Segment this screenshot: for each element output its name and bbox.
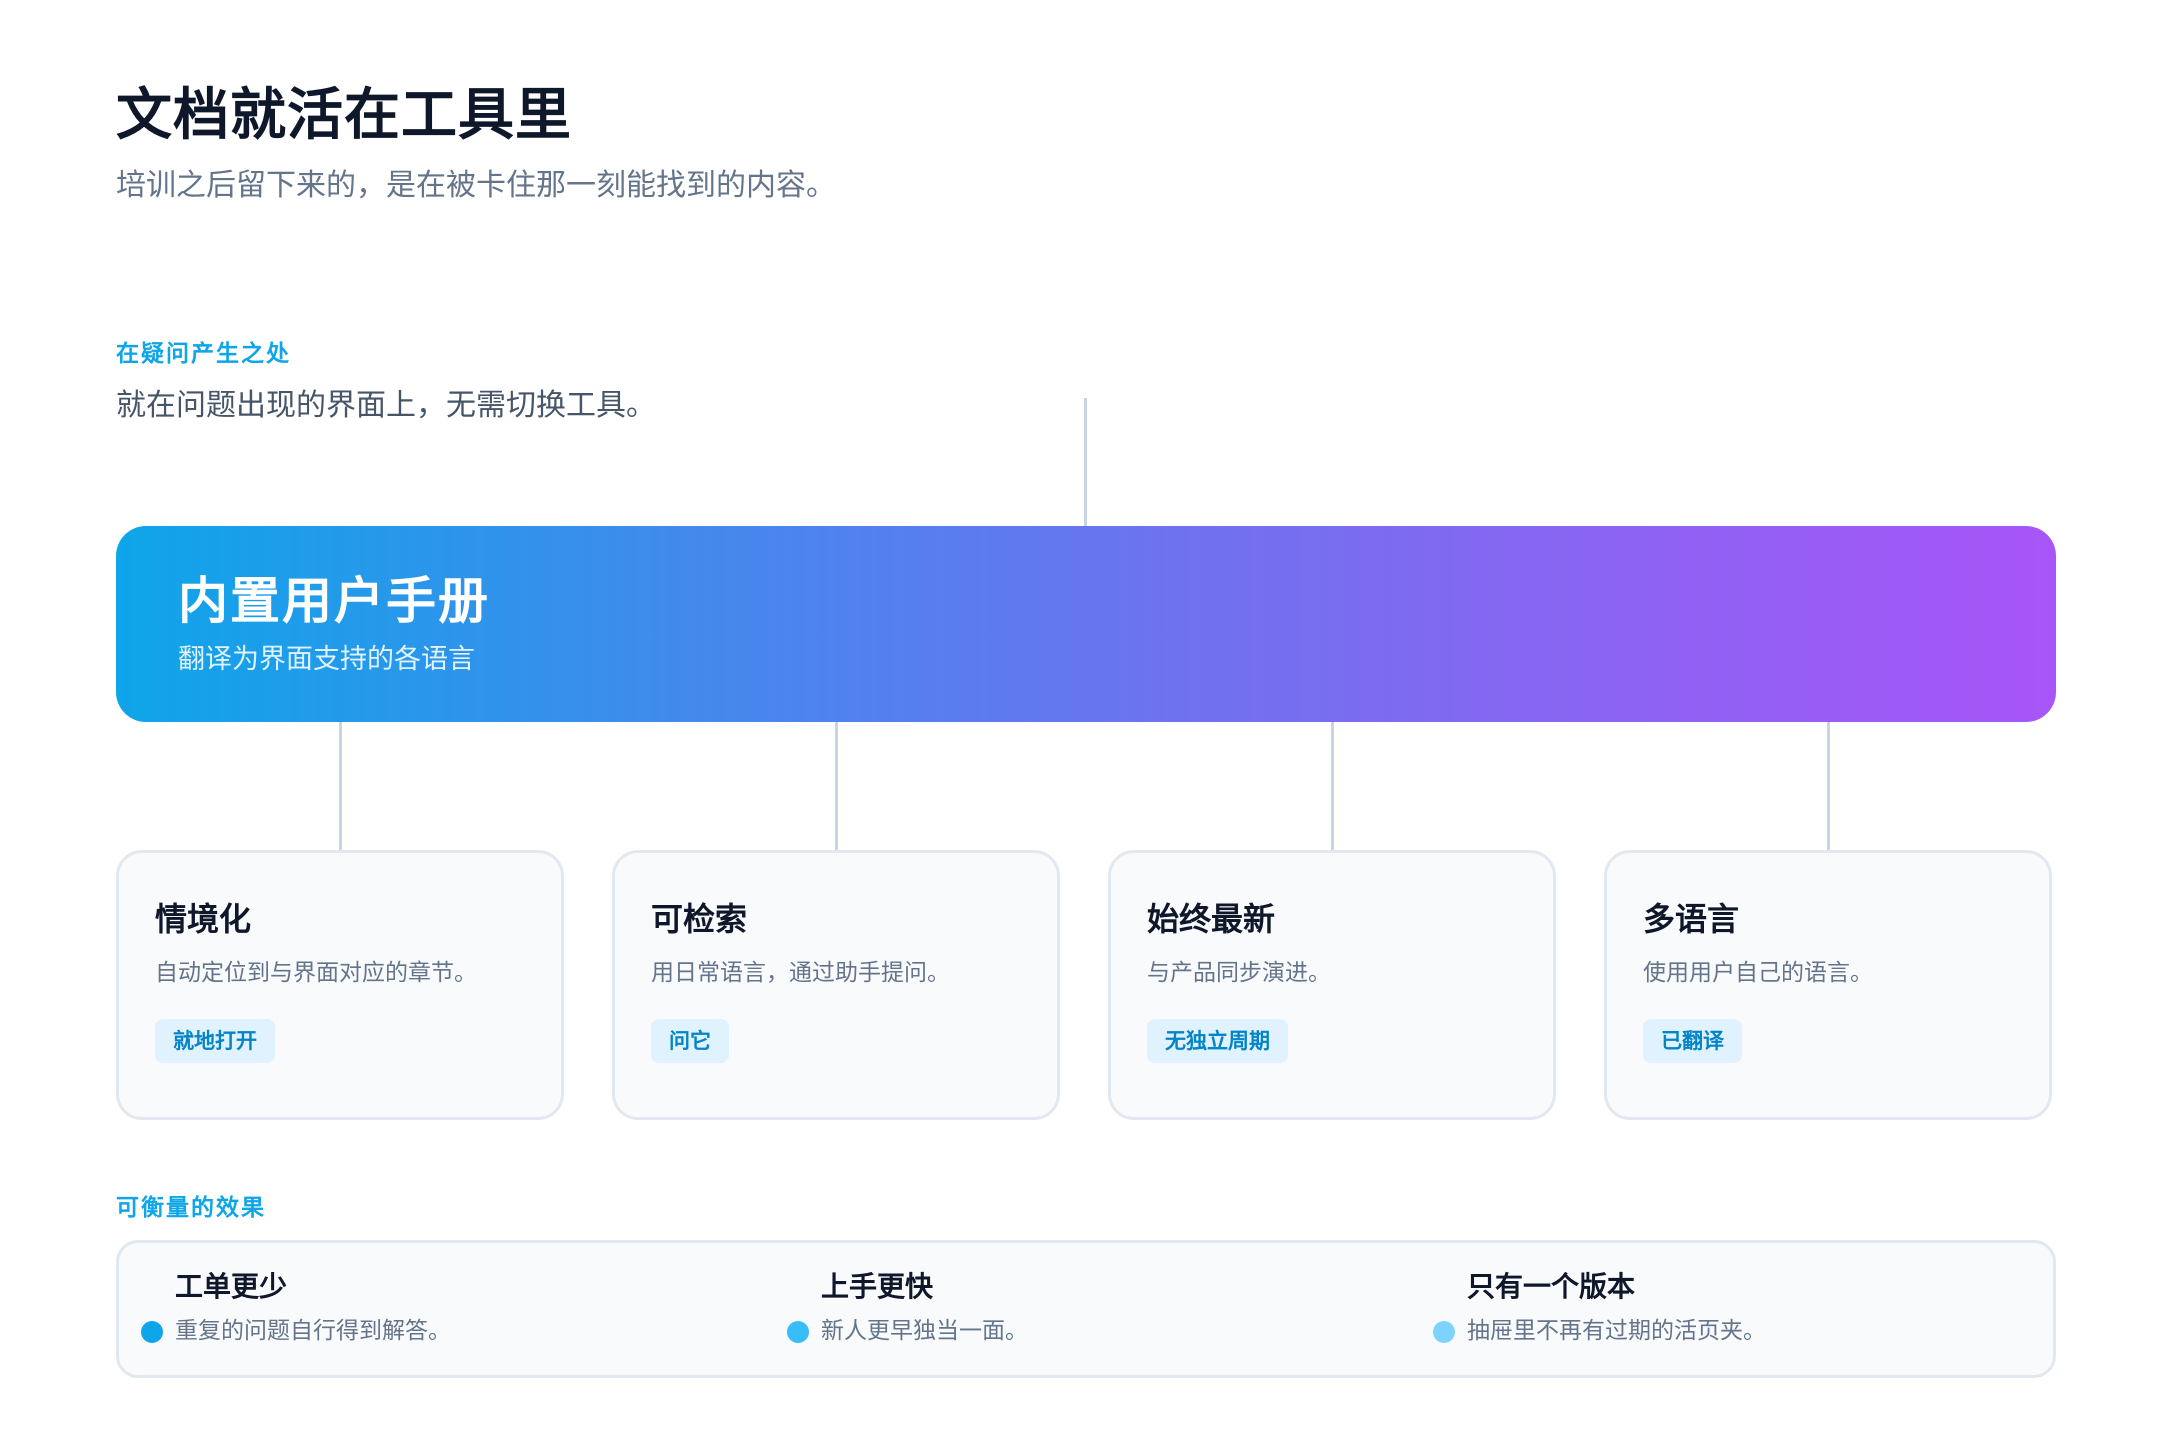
section-label-context: 在疑问产生之处 <box>116 341 291 367</box>
connector-top <box>1084 398 1087 526</box>
feature-card-always-current: 始终最新 与产品同步演进。 无独立周期 <box>1108 850 1556 1120</box>
page: 文档就活在工具里 培训之后留下来的，是在被卡住那一刻能找到的内容。 在疑问产生之… <box>0 0 2160 1440</box>
metric-title: 工单更少 <box>175 1270 288 1303</box>
metric-description: 抽屉里不再有过期的活页夹。 <box>1467 1318 1766 1344</box>
card-title: 情境化 <box>155 900 252 938</box>
hero-title: 内置用户手册 <box>178 572 490 630</box>
metric-title: 只有一个版本 <box>1467 1270 1636 1303</box>
connector-card-3 <box>1331 722 1334 850</box>
outcomes-panel: 工单更少 重复的问题自行得到解答。 上手更快 新人更早独当一面。 只有一个版本 … <box>116 1240 2056 1378</box>
bullet-dot-icon <box>1433 1321 1455 1343</box>
card-title: 可检索 <box>651 900 748 938</box>
card-description: 用日常语言，通过助手提问。 <box>651 960 950 986</box>
feature-card-contextual: 情境化 自动定位到与界面对应的章节。 就地打开 <box>116 850 564 1120</box>
card-tag: 无独立周期 <box>1147 1019 1288 1063</box>
connector-card-1 <box>339 722 342 850</box>
page-subtitle: 培训之后留下来的，是在被卡住那一刻能找到的内容。 <box>116 168 836 203</box>
card-tag: 问它 <box>651 1019 729 1063</box>
connector-card-4 <box>1827 722 1830 850</box>
card-description: 使用用户自己的语言。 <box>1643 960 1873 986</box>
metric-faster-onboarding: 上手更快 新人更早独当一面。 <box>787 1267 1028 1349</box>
bullet-dot-icon <box>141 1321 163 1343</box>
card-title: 多语言 <box>1643 900 1740 938</box>
hero-banner: 内置用户手册 翻译为界面支持的各语言 <box>116 526 2056 722</box>
bullet-dot-icon <box>787 1321 809 1343</box>
card-description: 自动定位到与界面对应的章节。 <box>155 960 477 986</box>
hero-subtitle: 翻译为界面支持的各语言 <box>178 644 475 675</box>
section-description-context: 就在问题出现的界面上，无需切换工具。 <box>116 388 656 423</box>
metric-description: 重复的问题自行得到解答。 <box>175 1318 451 1344</box>
card-tag: 就地打开 <box>155 1019 275 1063</box>
metric-description: 新人更早独当一面。 <box>821 1318 1028 1344</box>
feature-card-multilingual: 多语言 使用用户自己的语言。 已翻译 <box>1604 850 2052 1120</box>
feature-card-searchable: 可检索 用日常语言，通过助手提问。 问它 <box>612 850 1060 1120</box>
connector-card-2 <box>835 722 838 850</box>
metric-single-version: 只有一个版本 抽屉里不再有过期的活页夹。 <box>1433 1267 1766 1349</box>
metric-fewer-tickets: 工单更少 重复的问题自行得到解答。 <box>141 1267 451 1349</box>
section-label-outcomes: 可衡量的效果 <box>116 1195 266 1221</box>
metric-title: 上手更快 <box>821 1270 934 1303</box>
card-description: 与产品同步演进。 <box>1147 960 1331 986</box>
card-tag: 已翻译 <box>1643 1019 1742 1063</box>
card-title: 始终最新 <box>1147 900 1276 938</box>
page-title: 文档就活在工具里 <box>116 83 572 148</box>
